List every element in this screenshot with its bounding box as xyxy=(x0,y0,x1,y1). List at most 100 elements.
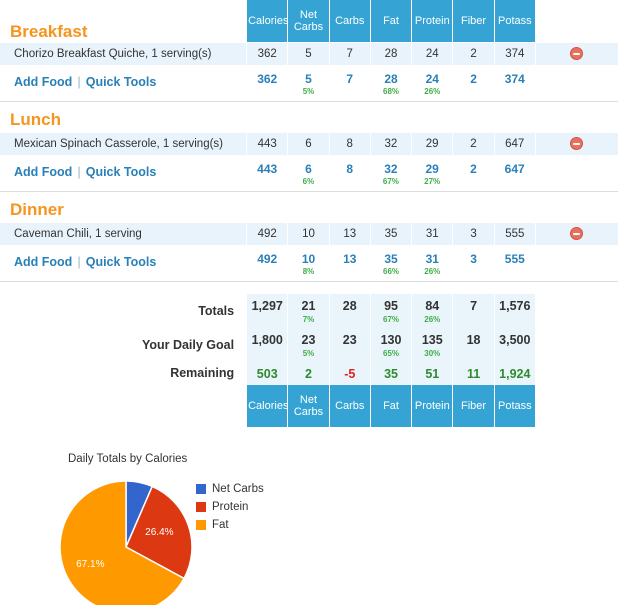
subtotal-percent: 5% xyxy=(302,86,315,96)
food-actions-cell xyxy=(535,41,618,66)
meal-subtotal-row: Add Food | Quick Tools 362 5 5% 7 28 68% 24 26% 2 37… xyxy=(0,65,618,102)
subtotal-value: 2 xyxy=(470,71,477,86)
add-food-link[interactable]: Add Food xyxy=(14,165,72,179)
food-value-fiber: 3 xyxy=(452,221,495,246)
food-value-potass: 555 xyxy=(493,221,536,246)
quick-tools-link[interactable]: Quick Tools xyxy=(86,165,157,179)
quick-tools-link[interactable]: Quick Tools xyxy=(86,75,157,89)
quick-tools-link[interactable]: Quick Tools xyxy=(86,255,157,269)
summary-totals-fat: 95 67% xyxy=(369,293,413,328)
legend-label: Protein xyxy=(212,500,249,513)
summary-goal-fiber: 18 xyxy=(452,327,495,362)
summary-remaining-carbs: -5 xyxy=(328,361,371,385)
subtotal-fat: 32 67% xyxy=(370,155,412,192)
footer-column-header-net-carbs: Net Carbs xyxy=(287,384,330,427)
subtotal-protein: 31 26% xyxy=(411,245,453,282)
remove-circle-icon[interactable] xyxy=(570,136,584,150)
legend-item-net-carbs: Net Carbs xyxy=(196,481,264,497)
subtotal-carbs: 13 xyxy=(329,245,371,282)
summary-value: 84 xyxy=(425,298,440,313)
summary-percent: 30% xyxy=(424,348,441,358)
summary-spacer xyxy=(535,362,618,385)
summary-row-remaining: Remaining 503 2 -5 35 51 11 1,924 xyxy=(0,361,618,385)
summary-section: Totals 1,297 21 7% 28 95 67% 84 26% 7 1,576 Your Da… xyxy=(0,282,618,427)
subtotal-value: 374 xyxy=(504,71,525,86)
summary-goal-carbs: 23 xyxy=(328,327,371,362)
food-actions-cell xyxy=(535,221,618,246)
subtotal-value: 24 xyxy=(425,71,439,86)
subtotal-value: 32 xyxy=(384,161,398,176)
meal-title-breakfast: Breakfast xyxy=(10,21,88,41)
subtotal-value: 2 xyxy=(470,161,477,176)
subtotal-fiber: 3 xyxy=(452,245,495,282)
summary-remaining-potass: 1,924 xyxy=(493,361,536,385)
column-header-row: Breakfast Calories Net Carbs Carbs Fat Protei… xyxy=(0,0,618,42)
summary-label-goal: Your Daily Goal xyxy=(141,337,235,352)
summary-spacer xyxy=(535,328,618,362)
subtotal-spacer xyxy=(535,65,618,102)
add-food-link[interactable]: Add Food xyxy=(14,255,72,269)
food-value-calories: 492 xyxy=(246,221,289,246)
summary-value: 135 xyxy=(421,332,443,347)
summary-value: 1,800 xyxy=(251,332,283,347)
subtotal-value: 8 xyxy=(346,161,354,176)
summary-totals-potass: 1,576 xyxy=(493,293,536,328)
food-value-net-carbs: 10 xyxy=(287,221,330,246)
footer-column-header-calories: Calories xyxy=(246,384,288,427)
summary-totals-net-carbs: 21 7% xyxy=(287,293,330,328)
food-value-carbs: 13 xyxy=(328,221,371,246)
footer-label-spacer xyxy=(0,385,247,427)
summary-value: 7 xyxy=(470,298,478,313)
legend-swatch xyxy=(196,519,206,530)
column-header-fat: Fat xyxy=(369,0,413,42)
summary-value: 1,576 xyxy=(499,298,531,313)
summary-table: Totals 1,297 21 7% 28 95 67% 84 26% 7 1,576 Your Da… xyxy=(0,293,618,427)
summary-value: 1,924 xyxy=(499,366,531,381)
meal-title-row: Dinner xyxy=(0,192,618,223)
summary-value: 35 xyxy=(384,366,398,381)
meal-actions: Add Food | Quick Tools xyxy=(0,155,247,192)
summary-label-remaining: Remaining xyxy=(170,366,235,380)
food-value-calories: 362 xyxy=(246,41,289,66)
legend-item-protein: Protein xyxy=(196,499,264,515)
daily-totals-chart: Daily Totals by Calories 26.4% 67.1% Net … xyxy=(0,453,618,605)
column-header-carbs: Carbs xyxy=(328,0,371,42)
food-value-calories: 443 xyxy=(246,131,289,156)
column-header-fiber: Fiber xyxy=(452,0,495,42)
footer-column-header-fat: Fat xyxy=(369,384,413,427)
table-row: Mexican Spinach Casserole, 1 serving(s) 4… xyxy=(0,131,618,156)
subtotal-potass: 555 xyxy=(494,245,536,282)
food-item-name: Chorizo Breakfast Quiche, 1 serving(s) xyxy=(0,41,247,66)
summary-footer-row: Calories Net Carbs Carbs Fat Protein Fiber Pot… xyxy=(0,384,618,427)
summary-totals-calories: 1,297 xyxy=(246,293,289,328)
subtotal-spacer xyxy=(535,155,618,192)
food-value-potass: 647 xyxy=(493,131,536,156)
meal-actions: Add Food | Quick Tools xyxy=(0,65,247,102)
add-food-link[interactable]: Add Food xyxy=(14,75,72,89)
subtotal-carbs: 7 xyxy=(329,65,371,102)
subtotal-protein: 29 27% xyxy=(411,155,453,192)
summary-percent: 65% xyxy=(383,348,400,358)
summary-value: 23 xyxy=(342,332,357,347)
food-value-fat: 28 xyxy=(369,41,413,66)
remove-circle-icon[interactable] xyxy=(570,46,584,60)
food-value-carbs: 7 xyxy=(328,41,371,66)
remove-circle-icon[interactable] xyxy=(570,226,584,240)
subtotal-percent: 66% xyxy=(383,266,400,276)
footer-column-header-potass: Potass xyxy=(493,384,536,427)
meal-title-lunch: Lunch xyxy=(10,109,61,129)
summary-label-totals: Totals xyxy=(198,303,235,318)
summary-value: 95 xyxy=(384,298,398,313)
subtotal-value: 31 xyxy=(425,251,439,266)
summary-goal-potass: 3,500 xyxy=(493,327,536,362)
summary-remaining-net-carbs: 2 xyxy=(287,361,330,385)
summary-spacer xyxy=(535,294,618,328)
food-value-net-carbs: 6 xyxy=(287,131,330,156)
pie-chart: 26.4% 67.1% xyxy=(56,477,196,605)
food-actions-cell xyxy=(535,131,618,156)
subtotal-percent: 26% xyxy=(424,266,441,276)
footer-column-header-fiber: Fiber xyxy=(452,384,495,427)
legend-item-fat: Fat xyxy=(196,517,264,533)
food-value-protein: 29 xyxy=(411,131,454,156)
subtotal-value: 647 xyxy=(504,161,525,176)
